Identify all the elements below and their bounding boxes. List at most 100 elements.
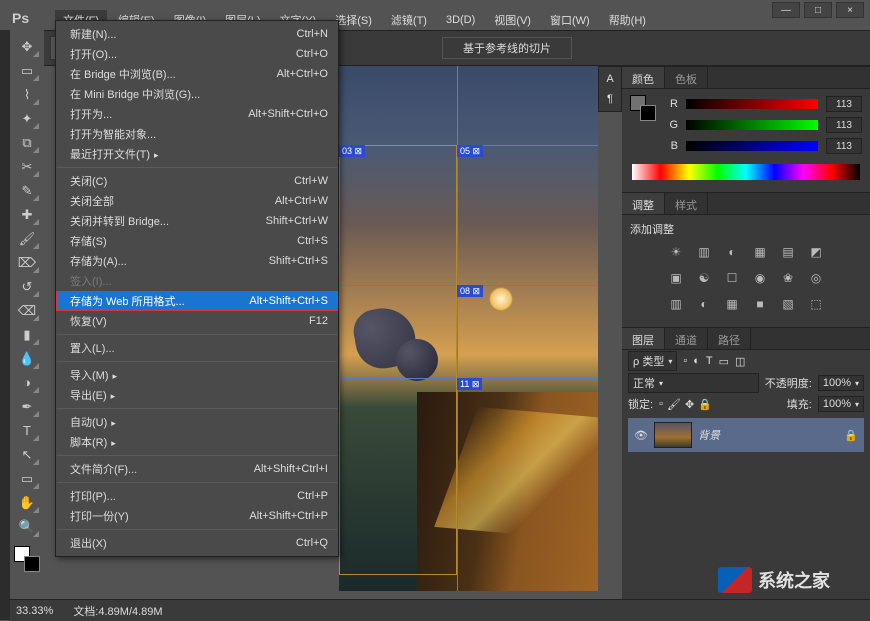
layer-thumb[interactable] (654, 422, 692, 448)
file-menu-item[interactable]: 打开为...Alt+Shift+Ctrl+O (56, 104, 338, 124)
slice-from-guides-button[interactable]: 基于参考线的切片 (442, 37, 572, 59)
lock-all-icon[interactable]: 🔒 (698, 398, 712, 411)
blur-tool-icon[interactable]: 💧 (15, 348, 39, 369)
shape-tool-icon[interactable]: ▭ (15, 468, 39, 489)
file-menu-item[interactable]: 文件简介(F)...Alt+Shift+Ctrl+I (56, 459, 338, 479)
tab-paths[interactable]: 路径 (708, 328, 751, 349)
adjustment-icon[interactable]: ▥ (667, 295, 685, 313)
layer-name[interactable]: 背景 (698, 427, 720, 443)
zoom-tool-icon[interactable]: 🔍 (15, 516, 39, 537)
background-swatch[interactable] (24, 556, 40, 572)
g-value[interactable]: 113 (826, 117, 862, 133)
hand-tool-icon[interactable]: ✋ (15, 492, 39, 513)
slice-tag[interactable]: 08 ⊠ (457, 285, 483, 297)
b-value[interactable]: 113 (826, 138, 862, 154)
adjustment-icon[interactable]: ▦ (723, 295, 741, 313)
menu-help[interactable]: 帮助(H) (601, 10, 654, 30)
slice-selection[interactable] (339, 145, 457, 575)
tab-layers[interactable]: 图层 (622, 328, 665, 349)
color-swatches[interactable] (14, 546, 40, 572)
file-menu-item[interactable]: 关闭(C)Ctrl+W (56, 171, 338, 191)
file-menu-item[interactable]: 打开为智能对象... (56, 124, 338, 144)
color-preview[interactable] (630, 95, 656, 121)
adjustment-icon[interactable]: ▦ (751, 243, 769, 261)
b-slider[interactable] (686, 141, 818, 151)
wand-tool-icon[interactable]: ✦ (15, 108, 39, 129)
file-menu-item[interactable]: 退出(X)Ctrl+Q (56, 533, 338, 553)
tab-adjustments[interactable]: 调整 (622, 193, 665, 214)
lock-pixels-icon[interactable]: 🖌 (667, 398, 681, 411)
adjustment-icon[interactable]: ◐ (723, 243, 741, 261)
adjustment-icon[interactable]: ☀ (667, 243, 685, 261)
marquee-tool-icon[interactable]: ▭ (15, 60, 39, 81)
adjustment-icon[interactable]: ◩ (807, 243, 825, 261)
file-menu-item[interactable]: 导出(E) (56, 385, 338, 405)
path-tool-icon[interactable]: ↖ (15, 444, 39, 465)
file-menu-item[interactable]: 关闭全部Alt+Ctrl+W (56, 191, 338, 211)
doc-size[interactable]: 文档:4.89M/4.89M (73, 603, 162, 619)
spectrum-bar[interactable] (632, 164, 860, 180)
menu-3d[interactable]: 3D(D) (438, 12, 483, 28)
crop-tool-icon[interactable]: ⧉ (15, 132, 39, 153)
adjustment-icon[interactable]: ☯ (695, 269, 713, 287)
fill-input[interactable]: 100% (818, 396, 864, 412)
file-menu-item[interactable]: 存储(S)Ctrl+S (56, 231, 338, 251)
file-menu-item[interactable]: 恢复(V)F12 (56, 311, 338, 331)
eraser-tool-icon[interactable]: ⌫ (15, 300, 39, 321)
file-menu-item[interactable]: 关闭并转到 Bridge...Shift+Ctrl+W (56, 211, 338, 231)
r-slider[interactable] (686, 99, 818, 109)
adjustment-icon[interactable]: ▥ (695, 243, 713, 261)
menu-view[interactable]: 视图(V) (486, 10, 539, 30)
adjustment-icon[interactable]: ☐ (723, 269, 741, 287)
heal-tool-icon[interactable]: ✚ (15, 204, 39, 225)
adjustment-icon[interactable]: ⬚ (807, 295, 825, 313)
layer-row[interactable]: 👁 背景 🔒 (628, 418, 864, 452)
file-menu-item[interactable]: 脚本(R) (56, 432, 338, 452)
gradient-tool-icon[interactable]: ▮ (15, 324, 39, 345)
adjustment-icon[interactable]: ❀ (779, 269, 797, 287)
blend-mode-select[interactable]: 正常 (628, 373, 759, 393)
file-menu-item[interactable]: 打印(P)...Ctrl+P (56, 486, 338, 506)
g-slider[interactable] (686, 120, 818, 130)
slice-tag[interactable]: 05 ⊠ (457, 145, 483, 157)
win-maximize[interactable]: □ (804, 2, 832, 18)
adjustment-icon[interactable]: ◐ (695, 295, 713, 313)
adjustment-icon[interactable]: ▣ (667, 269, 685, 287)
file-menu-item[interactable]: 导入(M) (56, 365, 338, 385)
file-menu-item[interactable]: 打印一份(Y)Alt+Shift+Ctrl+P (56, 506, 338, 526)
stamp-tool-icon[interactable]: ⌦ (15, 252, 39, 273)
adjustment-icon[interactable]: ▤ (779, 243, 797, 261)
lock-transparent-icon[interactable]: ▫ (659, 398, 663, 411)
filter-shape-icon[interactable]: ▭ (719, 355, 729, 368)
layer-kind-filter[interactable]: ρ 类型 (628, 351, 677, 371)
opacity-input[interactable]: 100% (818, 375, 864, 391)
file-menu-item[interactable]: 存储为 Web 所用格式...Alt+Shift+Ctrl+S (56, 291, 338, 311)
file-menu-item[interactable]: 置入(L)... (56, 338, 338, 358)
history-brush-icon[interactable]: ↺ (15, 276, 39, 297)
file-menu-item[interactable]: 打开(O)...Ctrl+O (56, 44, 338, 64)
pen-tool-icon[interactable]: ✒ (15, 396, 39, 417)
dodge-tool-icon[interactable]: ◑ (15, 372, 39, 393)
slice-tool-icon[interactable]: ✂ (15, 156, 39, 177)
filter-smart-icon[interactable]: ◫ (735, 355, 745, 368)
file-menu-item[interactable]: 在 Bridge 中浏览(B)...Alt+Ctrl+O (56, 64, 338, 84)
win-close[interactable]: × (836, 2, 864, 18)
visibility-icon[interactable]: 👁 (634, 429, 648, 442)
tab-channels[interactable]: 通道 (665, 328, 708, 349)
zoom-level[interactable]: 33.33% (16, 605, 53, 617)
file-menu-item[interactable]: 自动(U) (56, 412, 338, 432)
canvas[interactable]: 03 ⊠05 ⊠08 ⊠11 ⊠ (339, 66, 598, 591)
type-tool-icon[interactable]: T (15, 420, 39, 441)
lock-position-icon[interactable]: ✥ (685, 398, 694, 411)
tab-swatches[interactable]: 色板 (665, 67, 708, 88)
file-menu-item[interactable]: 存储为(A)...Shift+Ctrl+S (56, 251, 338, 271)
tab-color[interactable]: 颜色 (622, 67, 665, 88)
adjustment-icon[interactable]: ◉ (751, 269, 769, 287)
adjustment-icon[interactable]: ▧ (779, 295, 797, 313)
eyedropper-tool-icon[interactable]: ✎ (15, 180, 39, 201)
win-minimize[interactable]: — (772, 2, 800, 18)
tab-styles[interactable]: 样式 (665, 193, 708, 214)
file-menu-item[interactable]: 新建(N)...Ctrl+N (56, 24, 338, 44)
file-menu-item[interactable]: 在 Mini Bridge 中浏览(G)... (56, 84, 338, 104)
file-menu-item[interactable]: 最近打开文件(T) (56, 144, 338, 164)
